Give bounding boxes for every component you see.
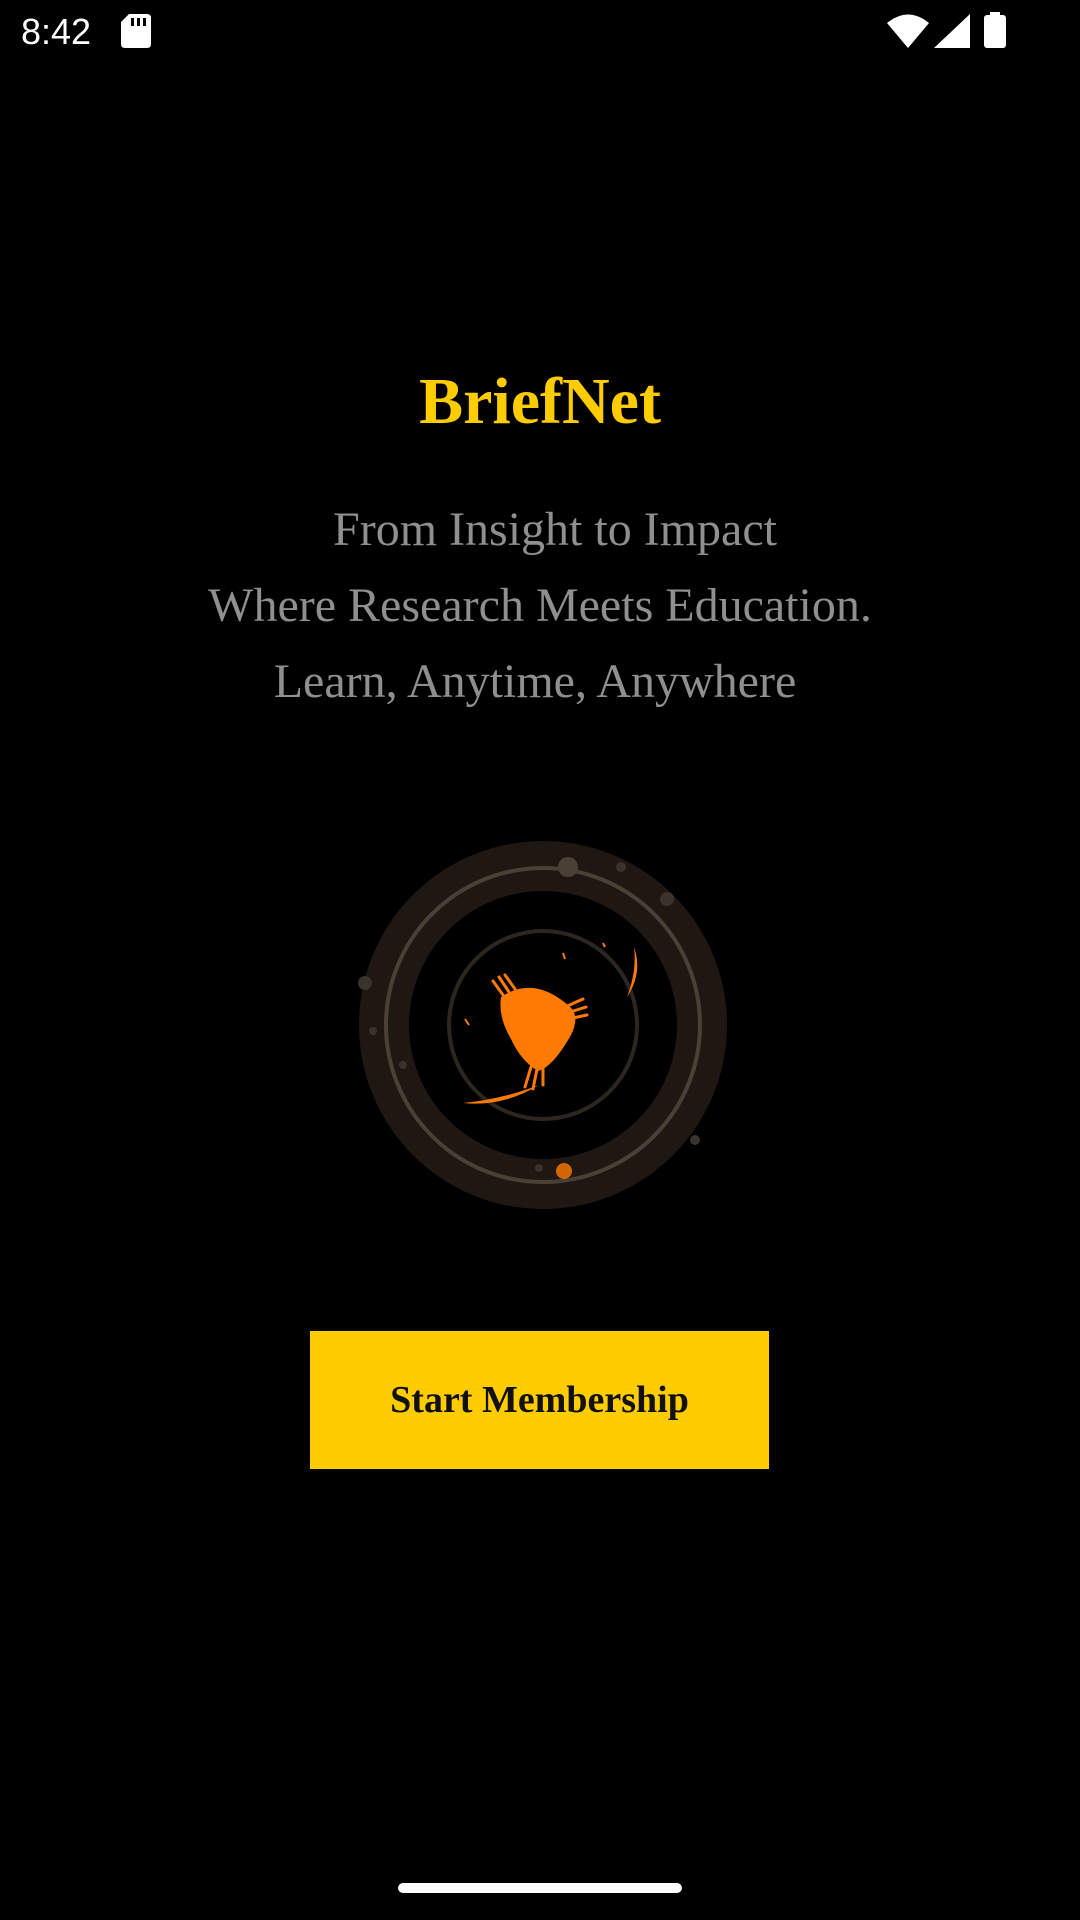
app-title: BriefNet	[419, 365, 661, 438]
wifi-icon	[887, 14, 929, 48]
loading-animation-icon	[358, 841, 727, 1209]
tagline-line-1: From Insight to Impact	[333, 503, 777, 556]
start-membership-button[interactable]: Start Membership	[310, 1331, 769, 1469]
home-indicator[interactable]	[398, 1883, 682, 1893]
battery-icon	[984, 12, 1006, 48]
status-bar: 8:42	[0, 0, 1080, 64]
tagline-line-3: Learn, Anytime, Anywhere	[273, 655, 797, 708]
status-time: 8:42	[21, 11, 92, 52]
tagline-line-2: Where Research Meets Education.	[208, 579, 872, 632]
signal-icon	[934, 14, 970, 48]
sd-card-icon	[121, 14, 151, 48]
